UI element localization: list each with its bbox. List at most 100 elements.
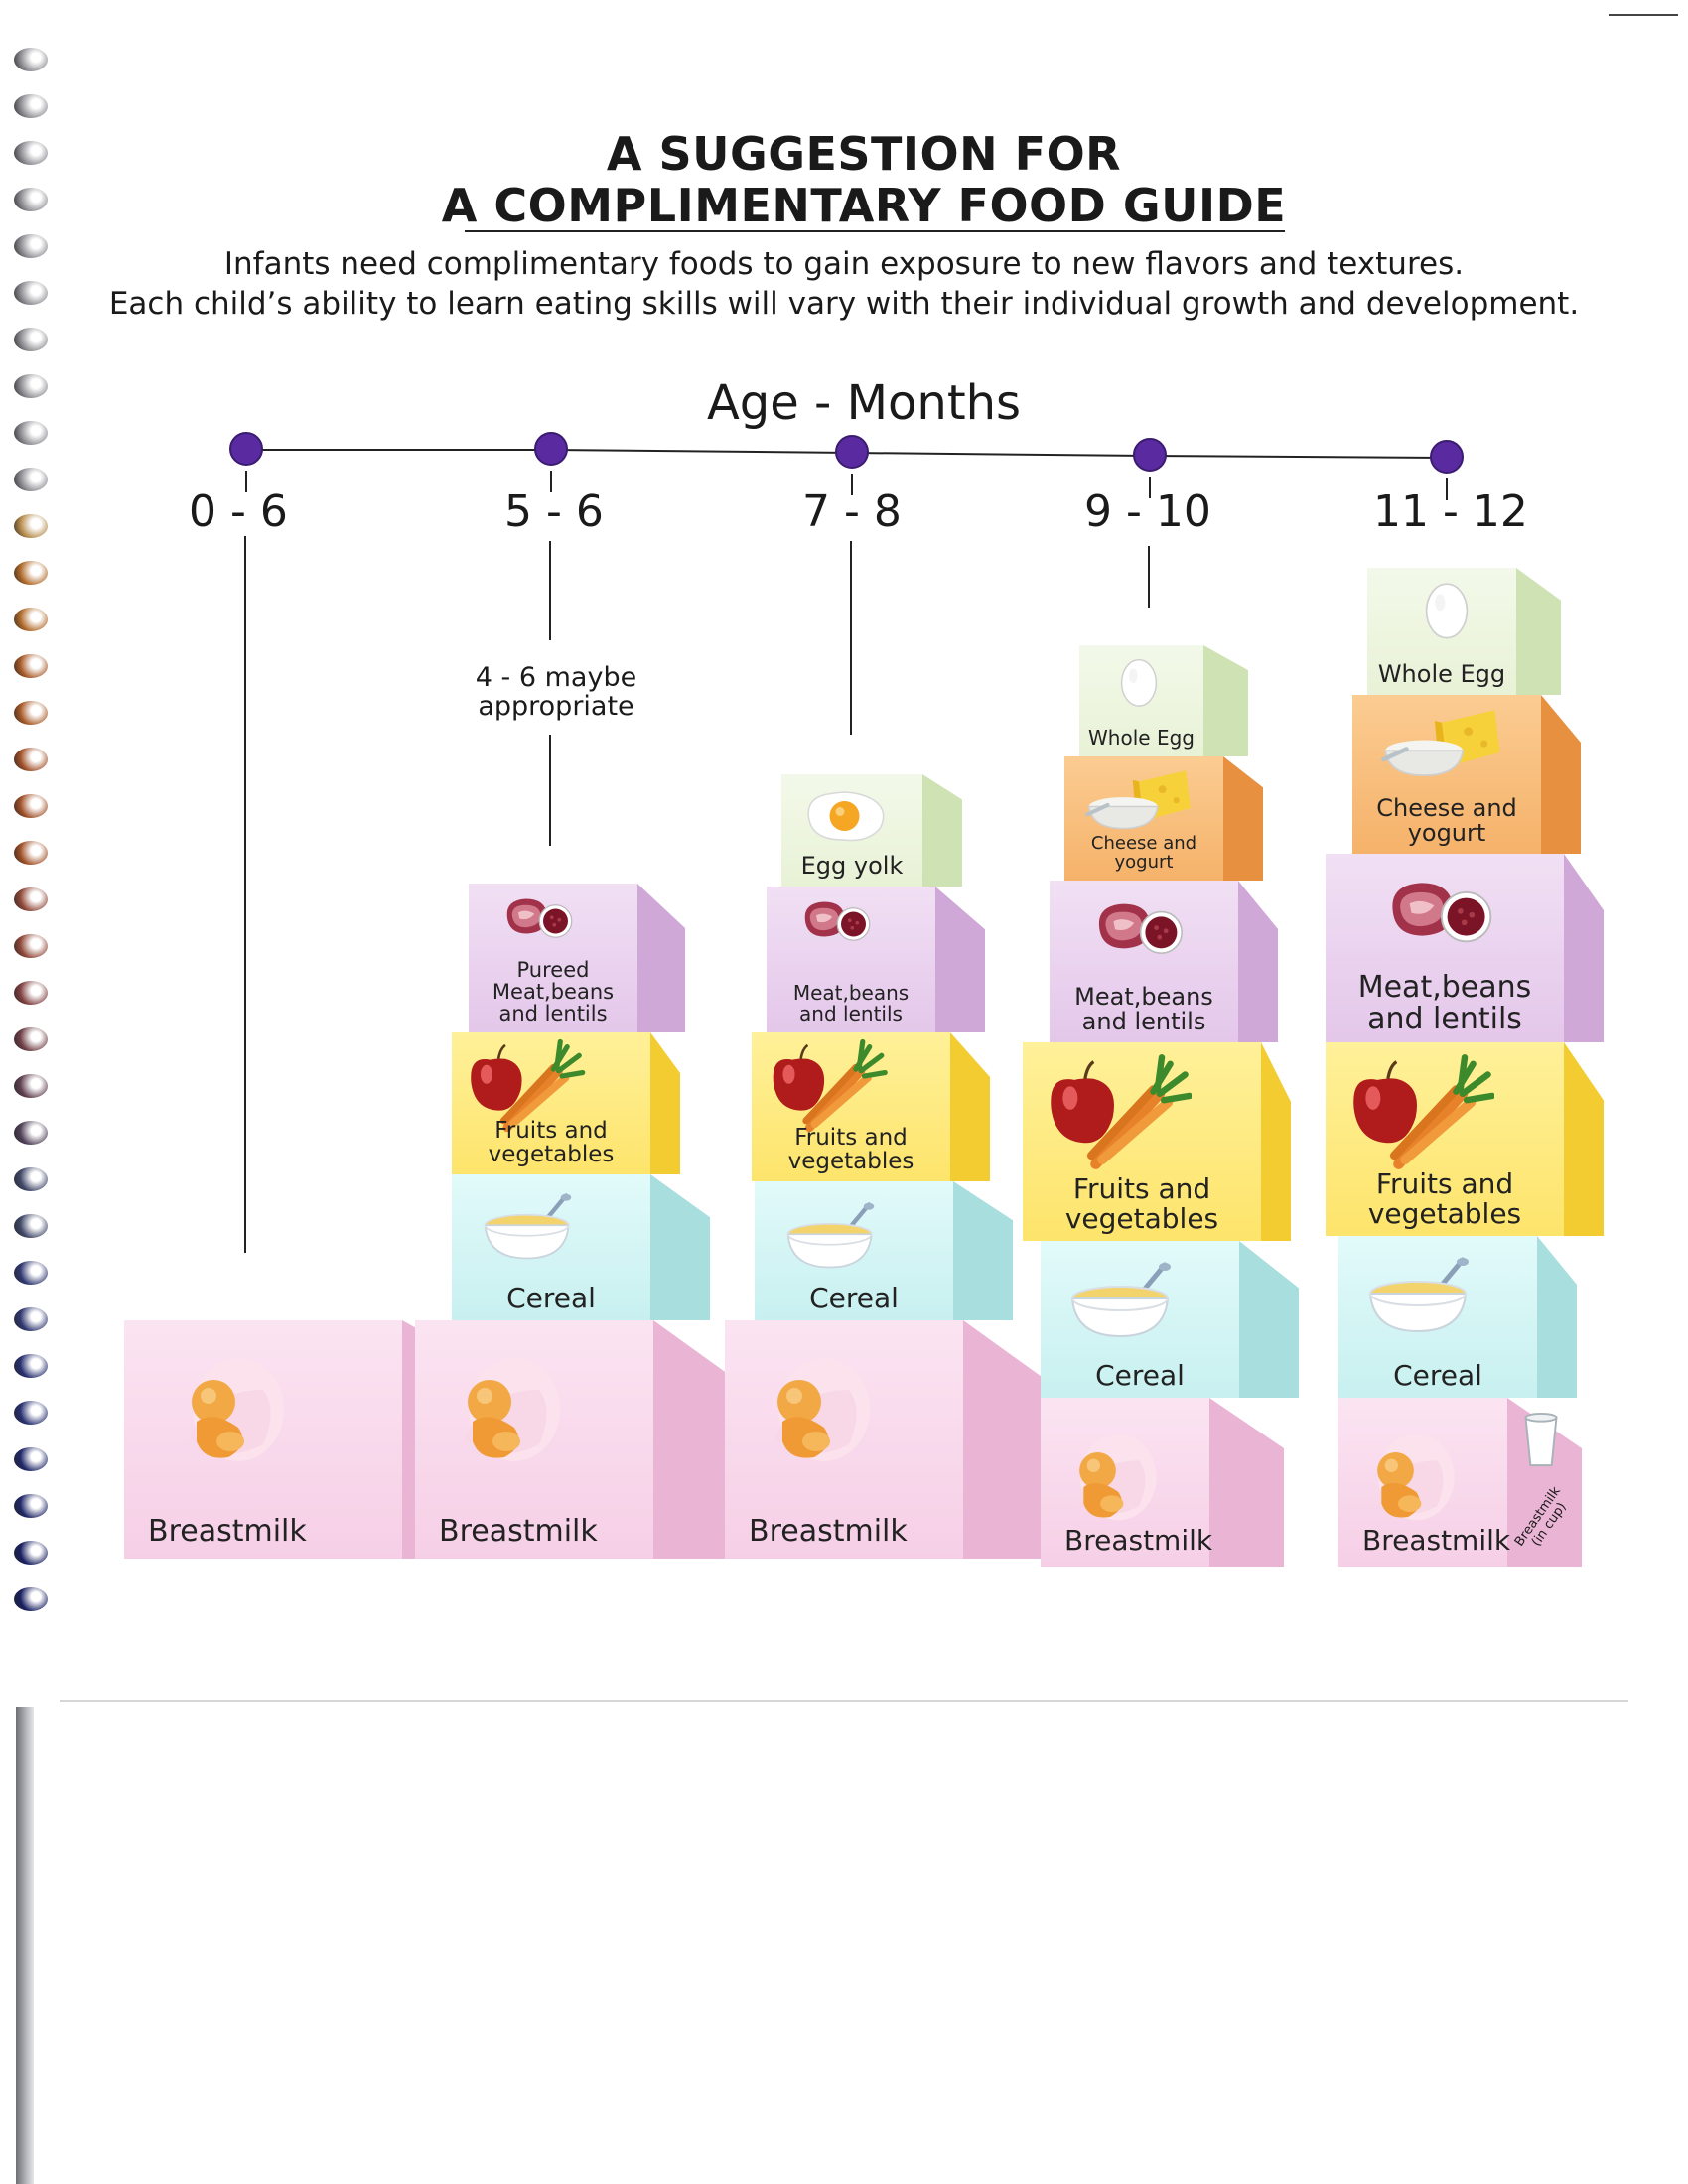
intro-line1: Infants need complimentary foods to gain… xyxy=(223,246,1465,282)
binding-ring xyxy=(14,701,48,725)
block-side-face xyxy=(1564,1042,1604,1236)
age-label: 9 - 10 xyxy=(1084,486,1211,537)
block-label: Cereal xyxy=(506,1281,596,1314)
block-side-face xyxy=(1537,1236,1577,1398)
fruits-vegetables-block: Fruits and vegetables xyxy=(1326,1042,1604,1236)
cereal-block: Cereal xyxy=(755,1181,1013,1320)
block-front-face: Cheese and yogurt xyxy=(1064,756,1223,881)
title-underline xyxy=(465,230,1285,232)
binding-ring xyxy=(14,1401,48,1425)
binding-ring xyxy=(14,1167,48,1191)
binding-ring xyxy=(14,934,48,958)
meat-block: Meat,beans and lentils xyxy=(1050,881,1278,1042)
block-front-face: Cereal xyxy=(1041,1241,1239,1398)
intro-line2: Each child’s ability to learn eating ski… xyxy=(108,286,1580,322)
binding-ring xyxy=(14,48,48,71)
age-marker-dot xyxy=(1133,438,1167,472)
binding-ring xyxy=(14,981,48,1005)
binding-ring xyxy=(14,654,48,678)
egg-icon xyxy=(1417,574,1477,641)
binding-ring xyxy=(14,1261,48,1285)
binding-ring xyxy=(14,841,48,865)
block-front-face: Whole Egg xyxy=(1079,645,1203,756)
age-marker-dot xyxy=(534,432,568,466)
binding-ring xyxy=(14,1027,48,1051)
binding-ring xyxy=(14,1587,48,1611)
cheese-yogurt-icon xyxy=(1372,705,1511,784)
fried-egg-icon xyxy=(801,786,891,846)
block-label: Fruits and vegetables xyxy=(1064,1172,1219,1235)
egg-block: Egg yolk xyxy=(781,774,962,887)
block-side-face xyxy=(1564,854,1604,1042)
age-stem xyxy=(850,541,852,735)
breastmilk-block: Breastmilk xyxy=(725,1320,1062,1559)
page-bottom-edge xyxy=(60,1700,1628,1702)
meat-beans-icon xyxy=(1089,894,1189,958)
page-title-line1: A SUGGESTION FOR xyxy=(606,127,1122,181)
egg-icon xyxy=(1114,651,1164,709)
binding-ring xyxy=(14,468,48,491)
binding-ring xyxy=(14,281,48,305)
age-marker-dot xyxy=(229,432,263,466)
binding-ring xyxy=(14,561,48,585)
block-label: Meat,beans and lentils xyxy=(792,981,910,1025)
age-stem xyxy=(244,536,246,1253)
binding-ring xyxy=(14,188,48,211)
block-label: Cheese and yogurt xyxy=(1090,833,1197,874)
block-front-face: Pureed Meat,beans and lentils xyxy=(469,884,637,1032)
binding-ring xyxy=(14,748,48,771)
block-side-face xyxy=(922,774,962,887)
egg-block: Whole Egg xyxy=(1079,645,1248,756)
age-note: 4 - 6 maybe appropriate xyxy=(475,662,637,722)
cereal-block: Cereal xyxy=(1338,1236,1577,1398)
binding-ring xyxy=(14,1214,48,1238)
block-front-face: Breastmilk xyxy=(415,1320,653,1559)
block-side-face xyxy=(637,884,685,1032)
block-side-face xyxy=(650,1032,680,1174)
block-front-face: Breastmilk xyxy=(725,1320,963,1559)
block-side-face xyxy=(953,1181,1013,1320)
block-label: Cheese and yogurt xyxy=(1376,793,1517,847)
cereal-bowl-icon xyxy=(472,1192,591,1262)
cheese-yogurt-icon xyxy=(1084,764,1194,838)
spiral-binding xyxy=(0,0,70,1688)
block-label: Cereal xyxy=(1393,1358,1482,1392)
block-front-face: Cheese and yogurt xyxy=(1352,695,1541,854)
block-label: Cereal xyxy=(1095,1358,1185,1392)
block-label: Breastmilk xyxy=(749,1513,908,1549)
binding-ring xyxy=(14,1447,48,1471)
block-front-face: Fruits and vegetables xyxy=(1023,1042,1261,1241)
binding-ring xyxy=(14,141,48,165)
block-label: Meat,beans and lentils xyxy=(1074,982,1213,1035)
fruits-vegetables-block: Fruits and vegetables xyxy=(1023,1042,1291,1241)
block-front-face: Cereal xyxy=(452,1174,650,1320)
block-side-face xyxy=(1203,645,1248,756)
block-front-face: Cereal xyxy=(1338,1236,1537,1398)
egg-block: Whole Egg xyxy=(1367,568,1561,695)
block-front-face: Whole Egg xyxy=(1367,568,1516,695)
cereal-bowl-icon xyxy=(1358,1256,1487,1335)
binding-ring xyxy=(14,1354,48,1378)
meat-block: Meat,beans and lentils xyxy=(767,887,985,1032)
binding-ring xyxy=(14,608,48,631)
binding-ring xyxy=(14,94,48,118)
meat-block: Meat,beans and lentils xyxy=(1326,854,1604,1042)
block-label: Egg yolk xyxy=(800,851,904,880)
block-label: Fruits and vegetables xyxy=(1367,1167,1522,1230)
cereal-block: Cereal xyxy=(1041,1241,1299,1398)
fruits-vegetables-block: Fruits and vegetables xyxy=(452,1032,680,1174)
age-marker-dot xyxy=(1430,440,1464,474)
apple-carrot-icon xyxy=(1043,1052,1194,1171)
age-label: 0 - 6 xyxy=(189,486,288,537)
block-front-face: Meat,beans and lentils xyxy=(1050,881,1238,1042)
breastmilk-block: Breastmilk xyxy=(1041,1398,1284,1567)
meat-beans-icon xyxy=(796,894,876,944)
block-label: Cereal xyxy=(809,1281,899,1314)
block-label: Breastmilk xyxy=(1362,1523,1511,1557)
block-front-face: Egg yolk xyxy=(781,774,922,887)
block-side-face xyxy=(650,1174,710,1320)
block-front-face: Breastmilk xyxy=(124,1320,402,1559)
block-label: Meat,beans and lentils xyxy=(1357,970,1532,1036)
block-label: Fruits and vegetables xyxy=(488,1117,615,1167)
block-label: Whole Egg xyxy=(1088,726,1195,750)
